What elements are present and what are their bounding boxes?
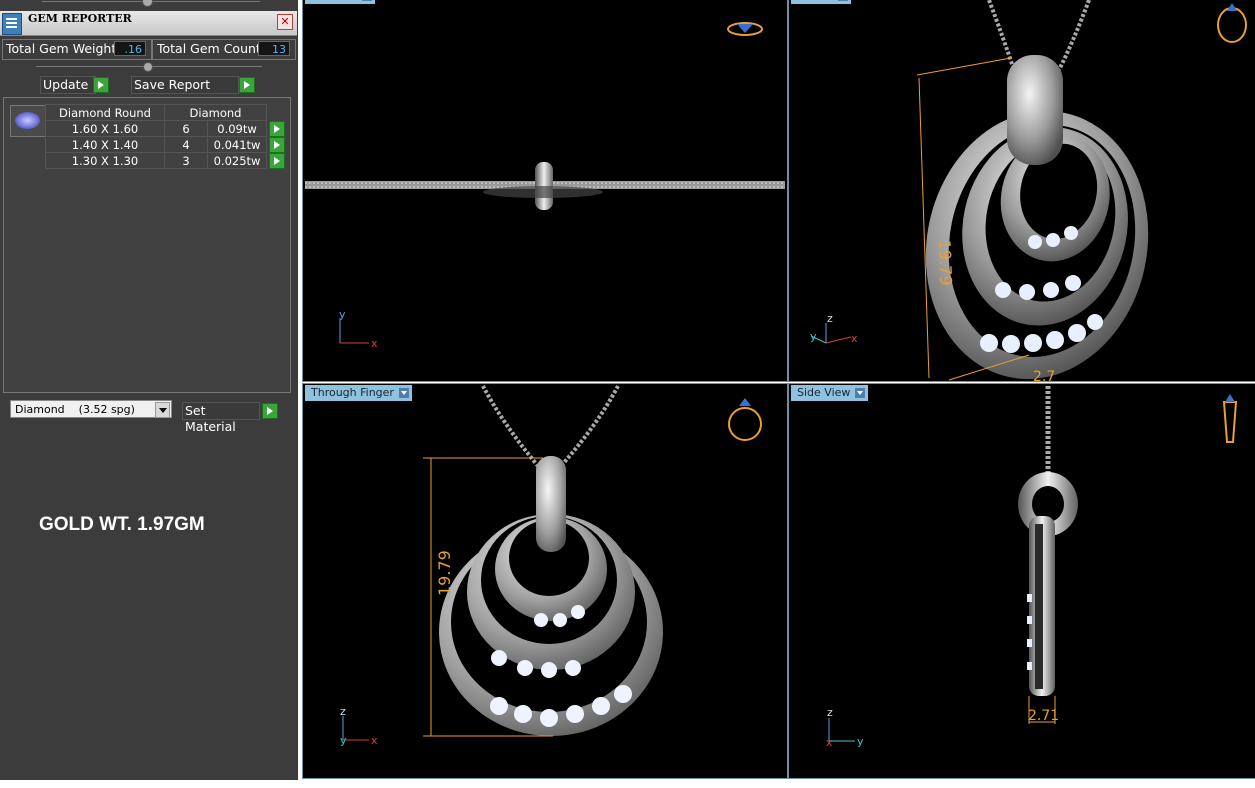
total-count-label: Total Gem Count: [157, 41, 261, 56]
gem-size: 1.60 X 1.60: [45, 120, 165, 137]
gem-size: 1.30 X 1.30: [45, 152, 165, 169]
round-diamond-icon[interactable]: [10, 105, 46, 137]
panel-resize-slider[interactable]: [42, 0, 260, 7]
axis-z: z: [827, 312, 833, 325]
axis-y: y: [340, 734, 347, 747]
gem-count: 6: [163, 120, 209, 137]
axis-indicator: z y x: [340, 705, 378, 747]
axis-indicator: y x: [339, 308, 378, 350]
gem-weight: 0.025tw: [207, 152, 267, 169]
axis-x: x: [371, 337, 378, 350]
top-view-render: y x: [305, 22, 785, 350]
dimension-line: [918, 77, 930, 379]
material-select[interactable]: Diamond (3.52 spg): [10, 400, 172, 418]
column-header-shape: Diamond Round: [45, 104, 165, 121]
gem-table-header: Diamond Round Diamond: [45, 104, 286, 121]
row-play-arrow-icon[interactable]: [269, 152, 285, 169]
ring-view-icon: [1217, 3, 1247, 43]
update-button[interactable]: Update: [40, 76, 96, 94]
dimension-label-small: 2.7: [1033, 369, 1055, 381]
axis-y: y: [810, 330, 817, 343]
ring-view-icon: [728, 398, 762, 441]
gem-size: 1.40 X 1.40: [45, 136, 165, 153]
save-report-play-arrow-icon[interactable]: [239, 77, 255, 93]
gem-reporter-panel: GEM REPORTER ✕ Total Gem Weight .16 Tota…: [0, 0, 298, 780]
viewport-top-right[interactable]: 19.79 2.7 z y x: [788, 0, 1255, 382]
column-header-material: Diamond: [164, 104, 267, 121]
section-slider[interactable]: [36, 62, 262, 72]
total-weight-label: Total Gem Weight: [6, 41, 117, 56]
axis-y: y: [339, 308, 346, 321]
viewport-top-left[interactable]: y x: [302, 0, 788, 382]
gem-reporter-titlebar: GEM REPORTER ✕: [0, 11, 297, 36]
gem-count: 4: [163, 136, 209, 153]
ring-shadow: [483, 186, 603, 198]
table-row[interactable]: 1.30 X 1.30 3 0.025tw: [45, 152, 286, 169]
chain-right: [1057, 0, 1091, 71]
close-icon[interactable]: ✕: [277, 14, 293, 30]
axis-x: x: [371, 734, 378, 747]
dropdown-icon[interactable]: [155, 402, 170, 418]
dimension-line-top: [916, 57, 1012, 76]
set-material-button[interactable]: Set Material: [182, 402, 260, 434]
axis-y: y: [857, 735, 864, 748]
gold-weight-label: GOLD WT. 1.97GM: [39, 514, 205, 535]
axis-indicator: z x y: [826, 706, 864, 749]
row-play-arrow-icon[interactable]: [269, 120, 285, 137]
material-name: Diamond: [15, 403, 65, 416]
gem-list: Diamond Round Diamond 1.60 X 1.60 6 0.09…: [3, 97, 291, 393]
gem-weight: 0.09tw: [207, 120, 267, 137]
side-view-render: 2.71 z x y: [826, 386, 1238, 749]
save-report-button[interactable]: Save Report: [131, 76, 239, 94]
bail-top: [535, 162, 553, 210]
dimension-label: 19.79: [935, 239, 956, 285]
perspective-render: 19.79 2.7 z y x: [810, 0, 1247, 381]
front-view-render: 19.79 z y x: [340, 385, 762, 747]
row-play-arrow-icon[interactable]: [269, 136, 285, 153]
viewport-bottom-right[interactable]: Side View 2.71 z x y: [788, 383, 1255, 779]
gem-reporter-title: GEM REPORTER: [28, 12, 132, 25]
viewport-bottom-left[interactable]: Through Finger 19.79 z y x: [302, 383, 788, 779]
dimension-label: 19.79: [435, 550, 454, 596]
axis-x: x: [826, 736, 833, 749]
gem-weight: 0.041tw: [207, 136, 267, 153]
table-row[interactable]: 1.60 X 1.60 6 0.09tw: [45, 120, 286, 137]
gem-count: 3: [163, 152, 209, 169]
dimension-label: 2.71: [1028, 708, 1059, 724]
set-material-play-arrow-icon[interactable]: [262, 403, 278, 419]
ring-view-icon: [1222, 394, 1238, 443]
axis-z: z: [340, 705, 346, 718]
chain-left: [481, 385, 540, 468]
axis-z: z: [827, 706, 833, 719]
gem-reporter-icon: [2, 13, 22, 35]
axis-indicator: z y x: [810, 312, 858, 345]
axis-x: x: [851, 332, 858, 345]
gem-table: Diamond Round Diamond 1.60 X 1.60 6 0.09…: [45, 104, 286, 169]
material-spg: (3.52 spg): [78, 403, 135, 416]
ring-view-icon: [727, 22, 763, 36]
total-weight-field[interactable]: .16: [114, 41, 146, 56]
chain-right: [559, 385, 620, 468]
update-play-arrow-icon[interactable]: [93, 77, 109, 93]
total-count-field[interactable]: 13: [258, 41, 290, 56]
table-row[interactable]: 1.40 X 1.40 4 0.041tw: [45, 136, 286, 153]
bail: [1007, 55, 1063, 165]
bail: [536, 456, 566, 552]
